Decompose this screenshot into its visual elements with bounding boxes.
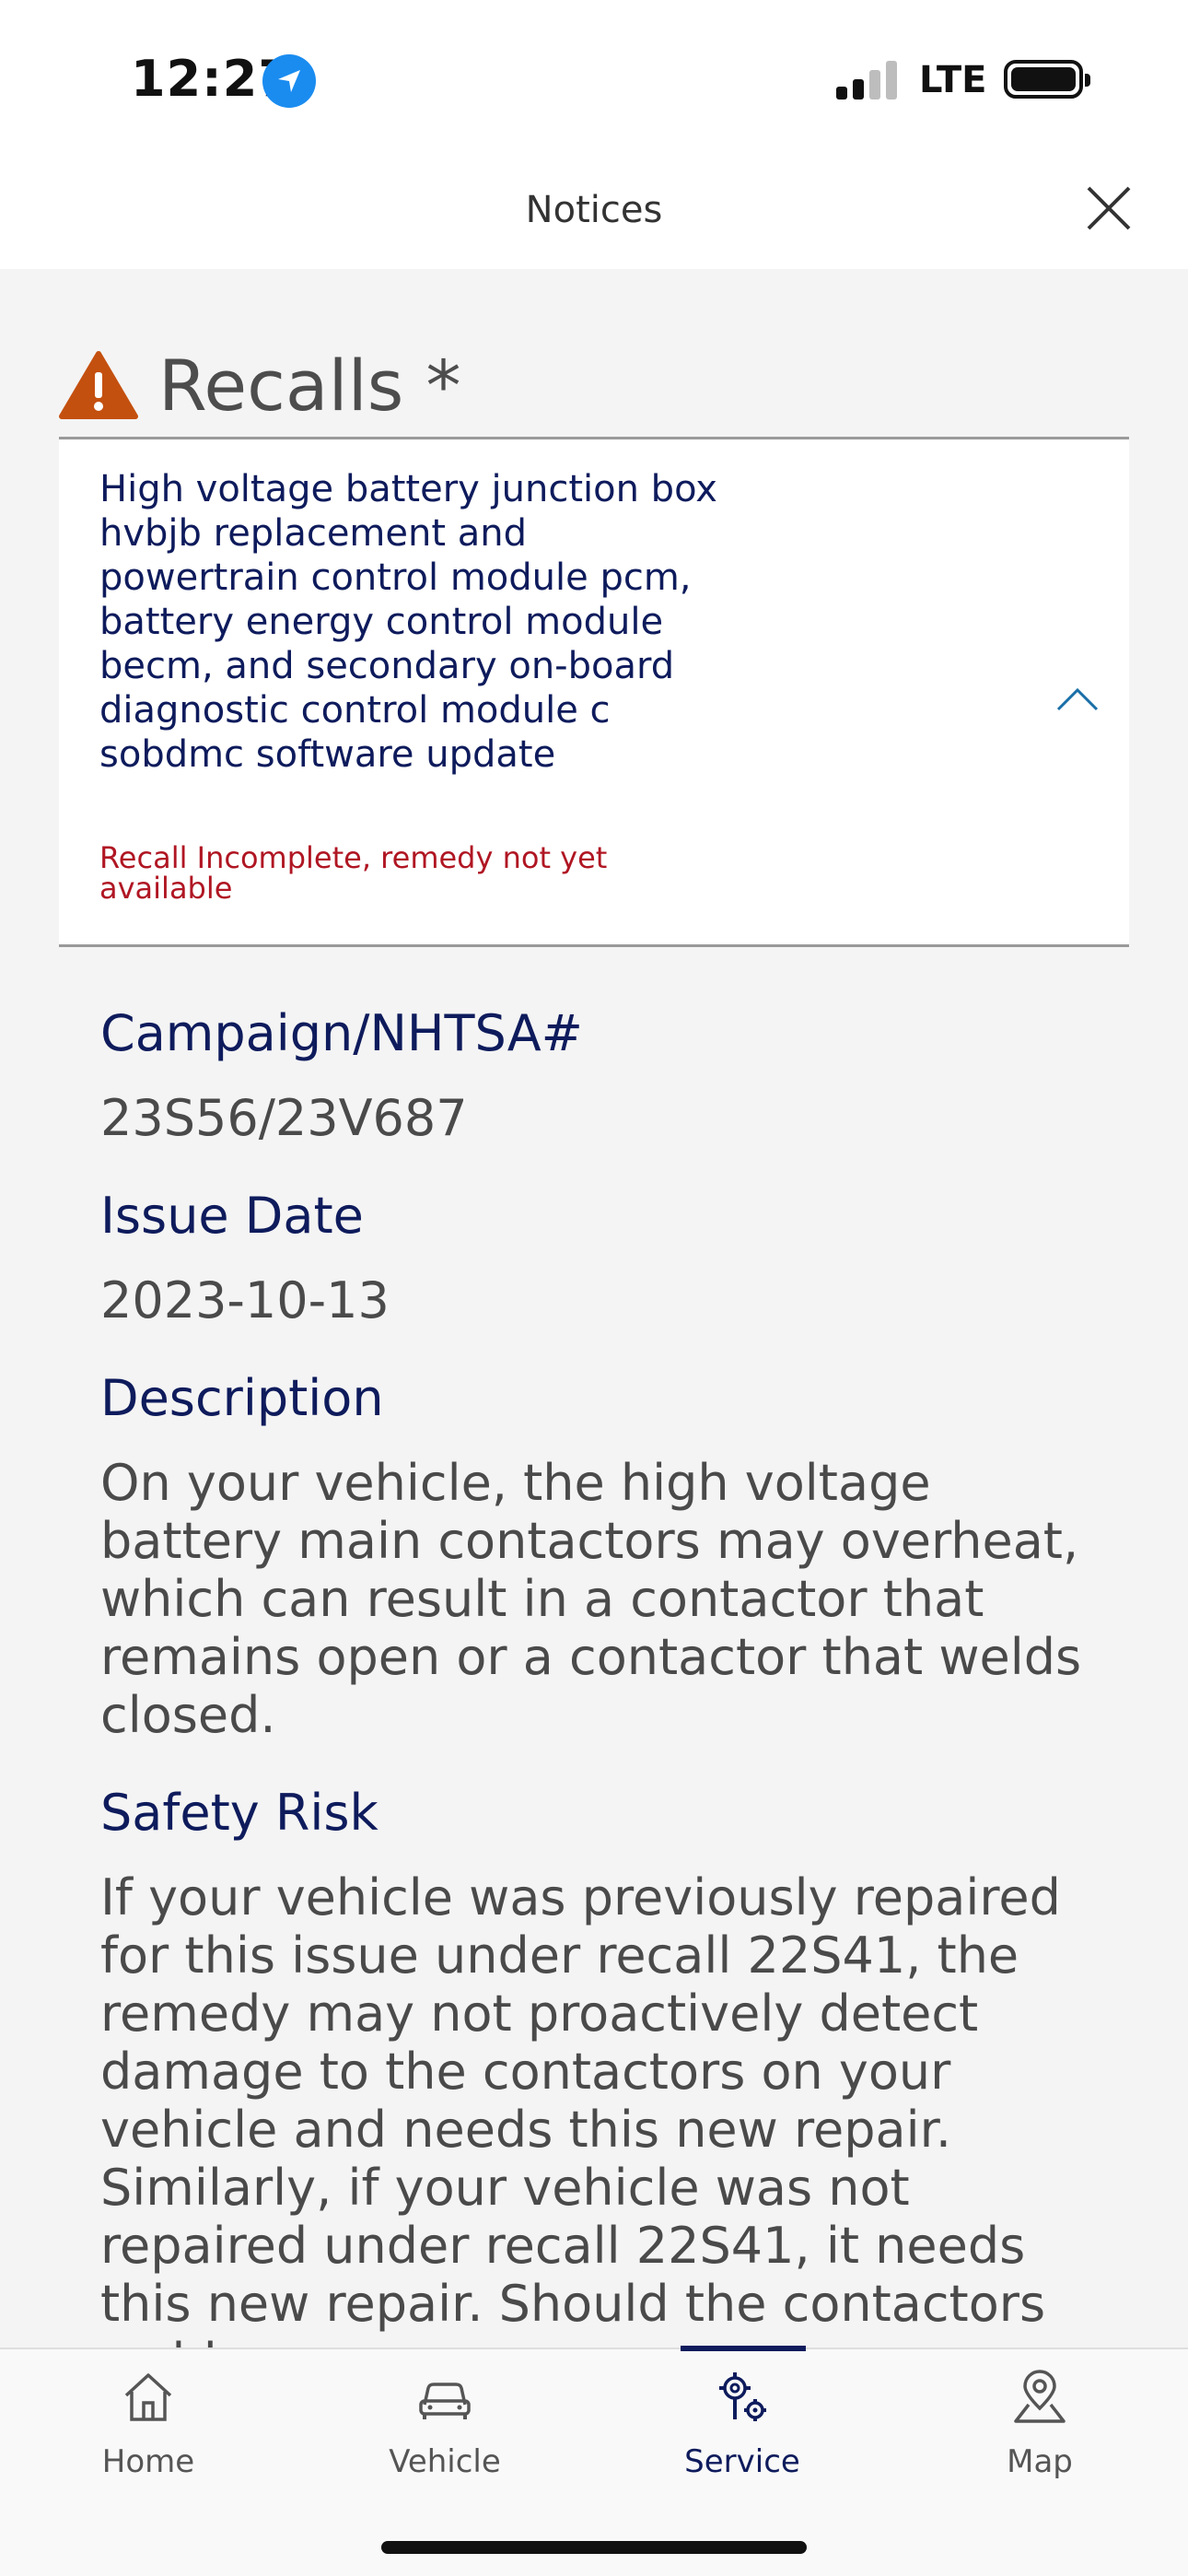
top-bar: 12:27 LTE Notices bbox=[0, 0, 1188, 269]
chevron-up-icon[interactable] bbox=[1055, 685, 1100, 712]
description-text: On your vehicle, the high voltage batter… bbox=[100, 1454, 1082, 1744]
home-indicator[interactable] bbox=[381, 2541, 807, 2554]
recall-status: Recall Incomplete, remedy not yet availa… bbox=[99, 840, 608, 906]
issue-date-label: Issue Date bbox=[100, 1187, 364, 1245]
recalls-title: Recalls * bbox=[158, 345, 461, 427]
nav-label-map: Map bbox=[1007, 2443, 1073, 2480]
nav-item-map[interactable]: Map bbox=[891, 2349, 1188, 2506]
page-title: Notices bbox=[525, 189, 663, 231]
battery-icon bbox=[1004, 60, 1090, 99]
close-icon bbox=[1087, 186, 1131, 230]
map-pin-icon bbox=[1014, 2370, 1066, 2423]
recall-title: High voltage battery junction box hvbjb … bbox=[99, 468, 717, 776]
nav-item-vehicle[interactable]: Vehicle bbox=[297, 2349, 593, 2506]
nav-item-home[interactable]: Home bbox=[0, 2349, 297, 2506]
issue-date-value: 2023-10-13 bbox=[100, 1271, 390, 1329]
description-label: Description bbox=[100, 1369, 384, 1427]
cellular-signal-icon bbox=[836, 61, 899, 100]
warning-icon bbox=[59, 351, 138, 419]
nav-label-vehicle: Vehicle bbox=[389, 2443, 501, 2480]
car-icon bbox=[419, 2383, 471, 2419]
campaign-label: Campaign/NHTSA# bbox=[100, 1004, 583, 1062]
nav-item-service[interactable]: Service bbox=[594, 2349, 891, 2506]
network-type: LTE bbox=[919, 59, 987, 101]
close-button[interactable] bbox=[1085, 184, 1133, 232]
safety-risk-text: If your vehicle was previously repaired … bbox=[100, 1868, 1061, 2391]
status-bar: 12:27 LTE bbox=[0, 0, 1188, 138]
safety-risk-label: Safety Risk bbox=[100, 1784, 379, 1842]
nav-label-home: Home bbox=[101, 2443, 195, 2480]
campaign-value: 23S56/23V687 bbox=[100, 1089, 468, 1147]
location-arrow-icon bbox=[262, 54, 316, 108]
nav-label-service: Service bbox=[684, 2443, 800, 2480]
recall-card[interactable]: High voltage battery junction box hvbjb … bbox=[59, 437, 1129, 947]
service-gears-icon bbox=[719, 2372, 766, 2421]
home-icon bbox=[124, 2373, 172, 2421]
